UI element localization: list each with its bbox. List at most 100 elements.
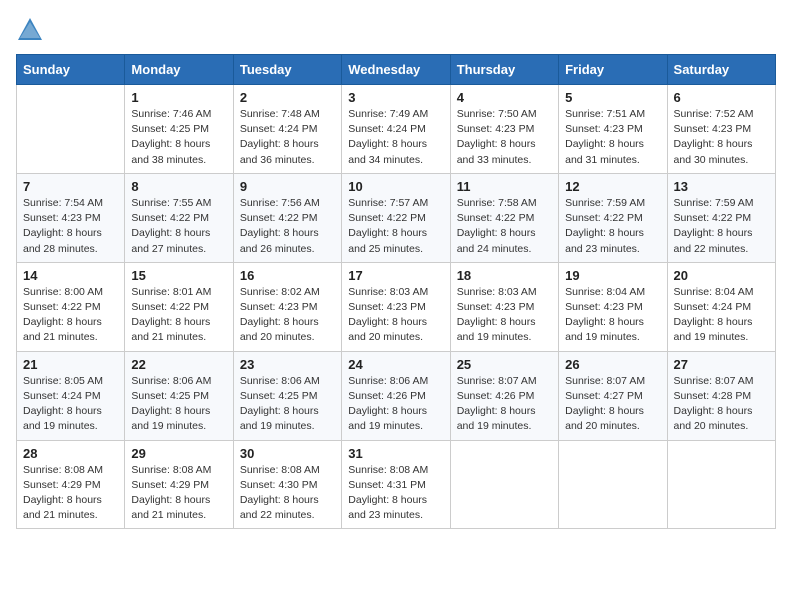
- calendar-cell: 9 Sunrise: 7:56 AM Sunset: 4:22 PM Daylig…: [233, 173, 341, 262]
- day-number: 21: [23, 357, 118, 372]
- day-info: Sunrise: 8:04 AM Sunset: 4:24 PM Dayligh…: [674, 285, 769, 346]
- weekday-header-monday: Monday: [125, 55, 233, 85]
- day-info: Sunrise: 7:49 AM Sunset: 4:24 PM Dayligh…: [348, 107, 443, 168]
- day-number: 6: [674, 90, 769, 105]
- day-number: 13: [674, 179, 769, 194]
- day-number: 19: [565, 268, 660, 283]
- day-number: 23: [240, 357, 335, 372]
- day-info: Sunrise: 8:06 AM Sunset: 4:25 PM Dayligh…: [240, 374, 335, 435]
- day-info: Sunrise: 8:06 AM Sunset: 4:26 PM Dayligh…: [348, 374, 443, 435]
- day-info: Sunrise: 8:03 AM Sunset: 4:23 PM Dayligh…: [348, 285, 443, 346]
- day-number: 5: [565, 90, 660, 105]
- day-info: Sunrise: 7:56 AM Sunset: 4:22 PM Dayligh…: [240, 196, 335, 257]
- calendar-cell: 14 Sunrise: 8:00 AM Sunset: 4:22 PM Dayli…: [17, 262, 125, 351]
- calendar-cell: 7 Sunrise: 7:54 AM Sunset: 4:23 PM Daylig…: [17, 173, 125, 262]
- day-info: Sunrise: 8:08 AM Sunset: 4:29 PM Dayligh…: [131, 463, 226, 524]
- calendar-cell: [559, 440, 667, 529]
- calendar-cell: 26 Sunrise: 8:07 AM Sunset: 4:27 PM Dayli…: [559, 351, 667, 440]
- week-row-2: 7 Sunrise: 7:54 AM Sunset: 4:23 PM Daylig…: [17, 173, 776, 262]
- calendar-cell: [17, 85, 125, 174]
- day-number: 4: [457, 90, 552, 105]
- calendar-cell: 16 Sunrise: 8:02 AM Sunset: 4:23 PM Dayli…: [233, 262, 341, 351]
- day-info: Sunrise: 8:00 AM Sunset: 4:22 PM Dayligh…: [23, 285, 118, 346]
- calendar-cell: 1 Sunrise: 7:46 AM Sunset: 4:25 PM Daylig…: [125, 85, 233, 174]
- logo-icon: [16, 16, 44, 44]
- calendar-cell: 4 Sunrise: 7:50 AM Sunset: 4:23 PM Daylig…: [450, 85, 558, 174]
- calendar-cell: 10Sunrise: 7:57 AM Sunset: 4:22 PM Dayli…: [342, 173, 450, 262]
- day-info: Sunrise: 8:08 AM Sunset: 4:31 PM Dayligh…: [348, 463, 443, 524]
- day-number: 26: [565, 357, 660, 372]
- day-info: Sunrise: 7:46 AM Sunset: 4:25 PM Dayligh…: [131, 107, 226, 168]
- day-info: Sunrise: 7:50 AM Sunset: 4:23 PM Dayligh…: [457, 107, 552, 168]
- day-info: Sunrise: 8:01 AM Sunset: 4:22 PM Dayligh…: [131, 285, 226, 346]
- calendar-cell: 11 Sunrise: 7:58 AM Sunset: 4:22 PM Dayli…: [450, 173, 558, 262]
- calendar-cell: 5 Sunrise: 7:51 AM Sunset: 4:23 PM Daylig…: [559, 85, 667, 174]
- day-number: 9: [240, 179, 335, 194]
- calendar-cell: 13 Sunrise: 7:59 AM Sunset: 4:22 PM Dayli…: [667, 173, 775, 262]
- calendar-cell: 2Sunrise: 7:48 AM Sunset: 4:24 PM Daylig…: [233, 85, 341, 174]
- day-number: 22: [131, 357, 226, 372]
- day-number: 24: [348, 357, 443, 372]
- calendar-cell: [450, 440, 558, 529]
- weekday-header-sunday: Sunday: [17, 55, 125, 85]
- calendar-cell: 6 Sunrise: 7:52 AM Sunset: 4:23 PM Daylig…: [667, 85, 775, 174]
- calendar-cell: 8Sunrise: 7:55 AM Sunset: 4:22 PM Daylig…: [125, 173, 233, 262]
- week-row-5: 28 Sunrise: 8:08 AM Sunset: 4:29 PM Dayli…: [17, 440, 776, 529]
- calendar-cell: 25Sunrise: 8:07 AM Sunset: 4:26 PM Dayli…: [450, 351, 558, 440]
- day-number: 20: [674, 268, 769, 283]
- calendar-cell: 24 Sunrise: 8:06 AM Sunset: 4:26 PM Dayli…: [342, 351, 450, 440]
- week-row-4: 21 Sunrise: 8:05 AM Sunset: 4:24 PM Dayli…: [17, 351, 776, 440]
- day-number: 15: [131, 268, 226, 283]
- day-number: 10: [348, 179, 443, 194]
- weekday-header-friday: Friday: [559, 55, 667, 85]
- calendar-cell: 19Sunrise: 8:04 AM Sunset: 4:23 PM Dayli…: [559, 262, 667, 351]
- day-info: Sunrise: 7:58 AM Sunset: 4:22 PM Dayligh…: [457, 196, 552, 257]
- day-number: 2: [240, 90, 335, 105]
- day-number: 16: [240, 268, 335, 283]
- day-info: Sunrise: 8:06 AM Sunset: 4:25 PM Dayligh…: [131, 374, 226, 435]
- calendar-cell: 17 Sunrise: 8:03 AM Sunset: 4:23 PM Dayli…: [342, 262, 450, 351]
- day-info: Sunrise: 7:59 AM Sunset: 4:22 PM Dayligh…: [674, 196, 769, 257]
- day-number: 11: [457, 179, 552, 194]
- day-number: 7: [23, 179, 118, 194]
- day-number: 12: [565, 179, 660, 194]
- day-number: 30: [240, 446, 335, 461]
- weekday-header-row: SundayMondayTuesdayWednesdayThursdayFrid…: [17, 55, 776, 85]
- day-info: Sunrise: 7:52 AM Sunset: 4:23 PM Dayligh…: [674, 107, 769, 168]
- calendar-cell: [667, 440, 775, 529]
- calendar-cell: 29 Sunrise: 8:08 AM Sunset: 4:29 PM Dayli…: [125, 440, 233, 529]
- calendar-cell: 3 Sunrise: 7:49 AM Sunset: 4:24 PM Daylig…: [342, 85, 450, 174]
- calendar-cell: 31 Sunrise: 8:08 AM Sunset: 4:31 PM Dayli…: [342, 440, 450, 529]
- day-number: 25: [457, 357, 552, 372]
- calendar-cell: 20 Sunrise: 8:04 AM Sunset: 4:24 PM Dayli…: [667, 262, 775, 351]
- day-number: 27: [674, 357, 769, 372]
- calendar-cell: 15 Sunrise: 8:01 AM Sunset: 4:22 PM Dayli…: [125, 262, 233, 351]
- day-number: 31: [348, 446, 443, 461]
- day-info: Sunrise: 7:51 AM Sunset: 4:23 PM Dayligh…: [565, 107, 660, 168]
- day-info: Sunrise: 8:02 AM Sunset: 4:23 PM Dayligh…: [240, 285, 335, 346]
- day-number: 14: [23, 268, 118, 283]
- calendar-cell: 12Sunrise: 7:59 AM Sunset: 4:22 PM Dayli…: [559, 173, 667, 262]
- calendar-cell: 30 Sunrise: 8:08 AM Sunset: 4:30 PM Dayli…: [233, 440, 341, 529]
- day-info: Sunrise: 8:08 AM Sunset: 4:30 PM Dayligh…: [240, 463, 335, 524]
- day-info: Sunrise: 8:07 AM Sunset: 4:28 PM Dayligh…: [674, 374, 769, 435]
- weekday-header-tuesday: Tuesday: [233, 55, 341, 85]
- weekday-header-thursday: Thursday: [450, 55, 558, 85]
- logo: [16, 16, 48, 44]
- day-info: Sunrise: 8:07 AM Sunset: 4:27 PM Dayligh…: [565, 374, 660, 435]
- day-info: Sunrise: 7:54 AM Sunset: 4:23 PM Dayligh…: [23, 196, 118, 257]
- day-info: Sunrise: 8:05 AM Sunset: 4:24 PM Dayligh…: [23, 374, 118, 435]
- day-info: Sunrise: 8:03 AM Sunset: 4:23 PM Dayligh…: [457, 285, 552, 346]
- day-number: 17: [348, 268, 443, 283]
- day-info: Sunrise: 8:08 AM Sunset: 4:29 PM Dayligh…: [23, 463, 118, 524]
- day-number: 3: [348, 90, 443, 105]
- day-number: 1: [131, 90, 226, 105]
- calendar-table: SundayMondayTuesdayWednesdayThursdayFrid…: [16, 54, 776, 529]
- calendar-cell: 23 Sunrise: 8:06 AM Sunset: 4:25 PM Dayli…: [233, 351, 341, 440]
- calendar-cell: 22 Sunrise: 8:06 AM Sunset: 4:25 PM Dayli…: [125, 351, 233, 440]
- calendar-cell: 28 Sunrise: 8:08 AM Sunset: 4:29 PM Dayli…: [17, 440, 125, 529]
- day-number: 29: [131, 446, 226, 461]
- day-number: 28: [23, 446, 118, 461]
- day-number: 18: [457, 268, 552, 283]
- week-row-1: 1 Sunrise: 7:46 AM Sunset: 4:25 PM Daylig…: [17, 85, 776, 174]
